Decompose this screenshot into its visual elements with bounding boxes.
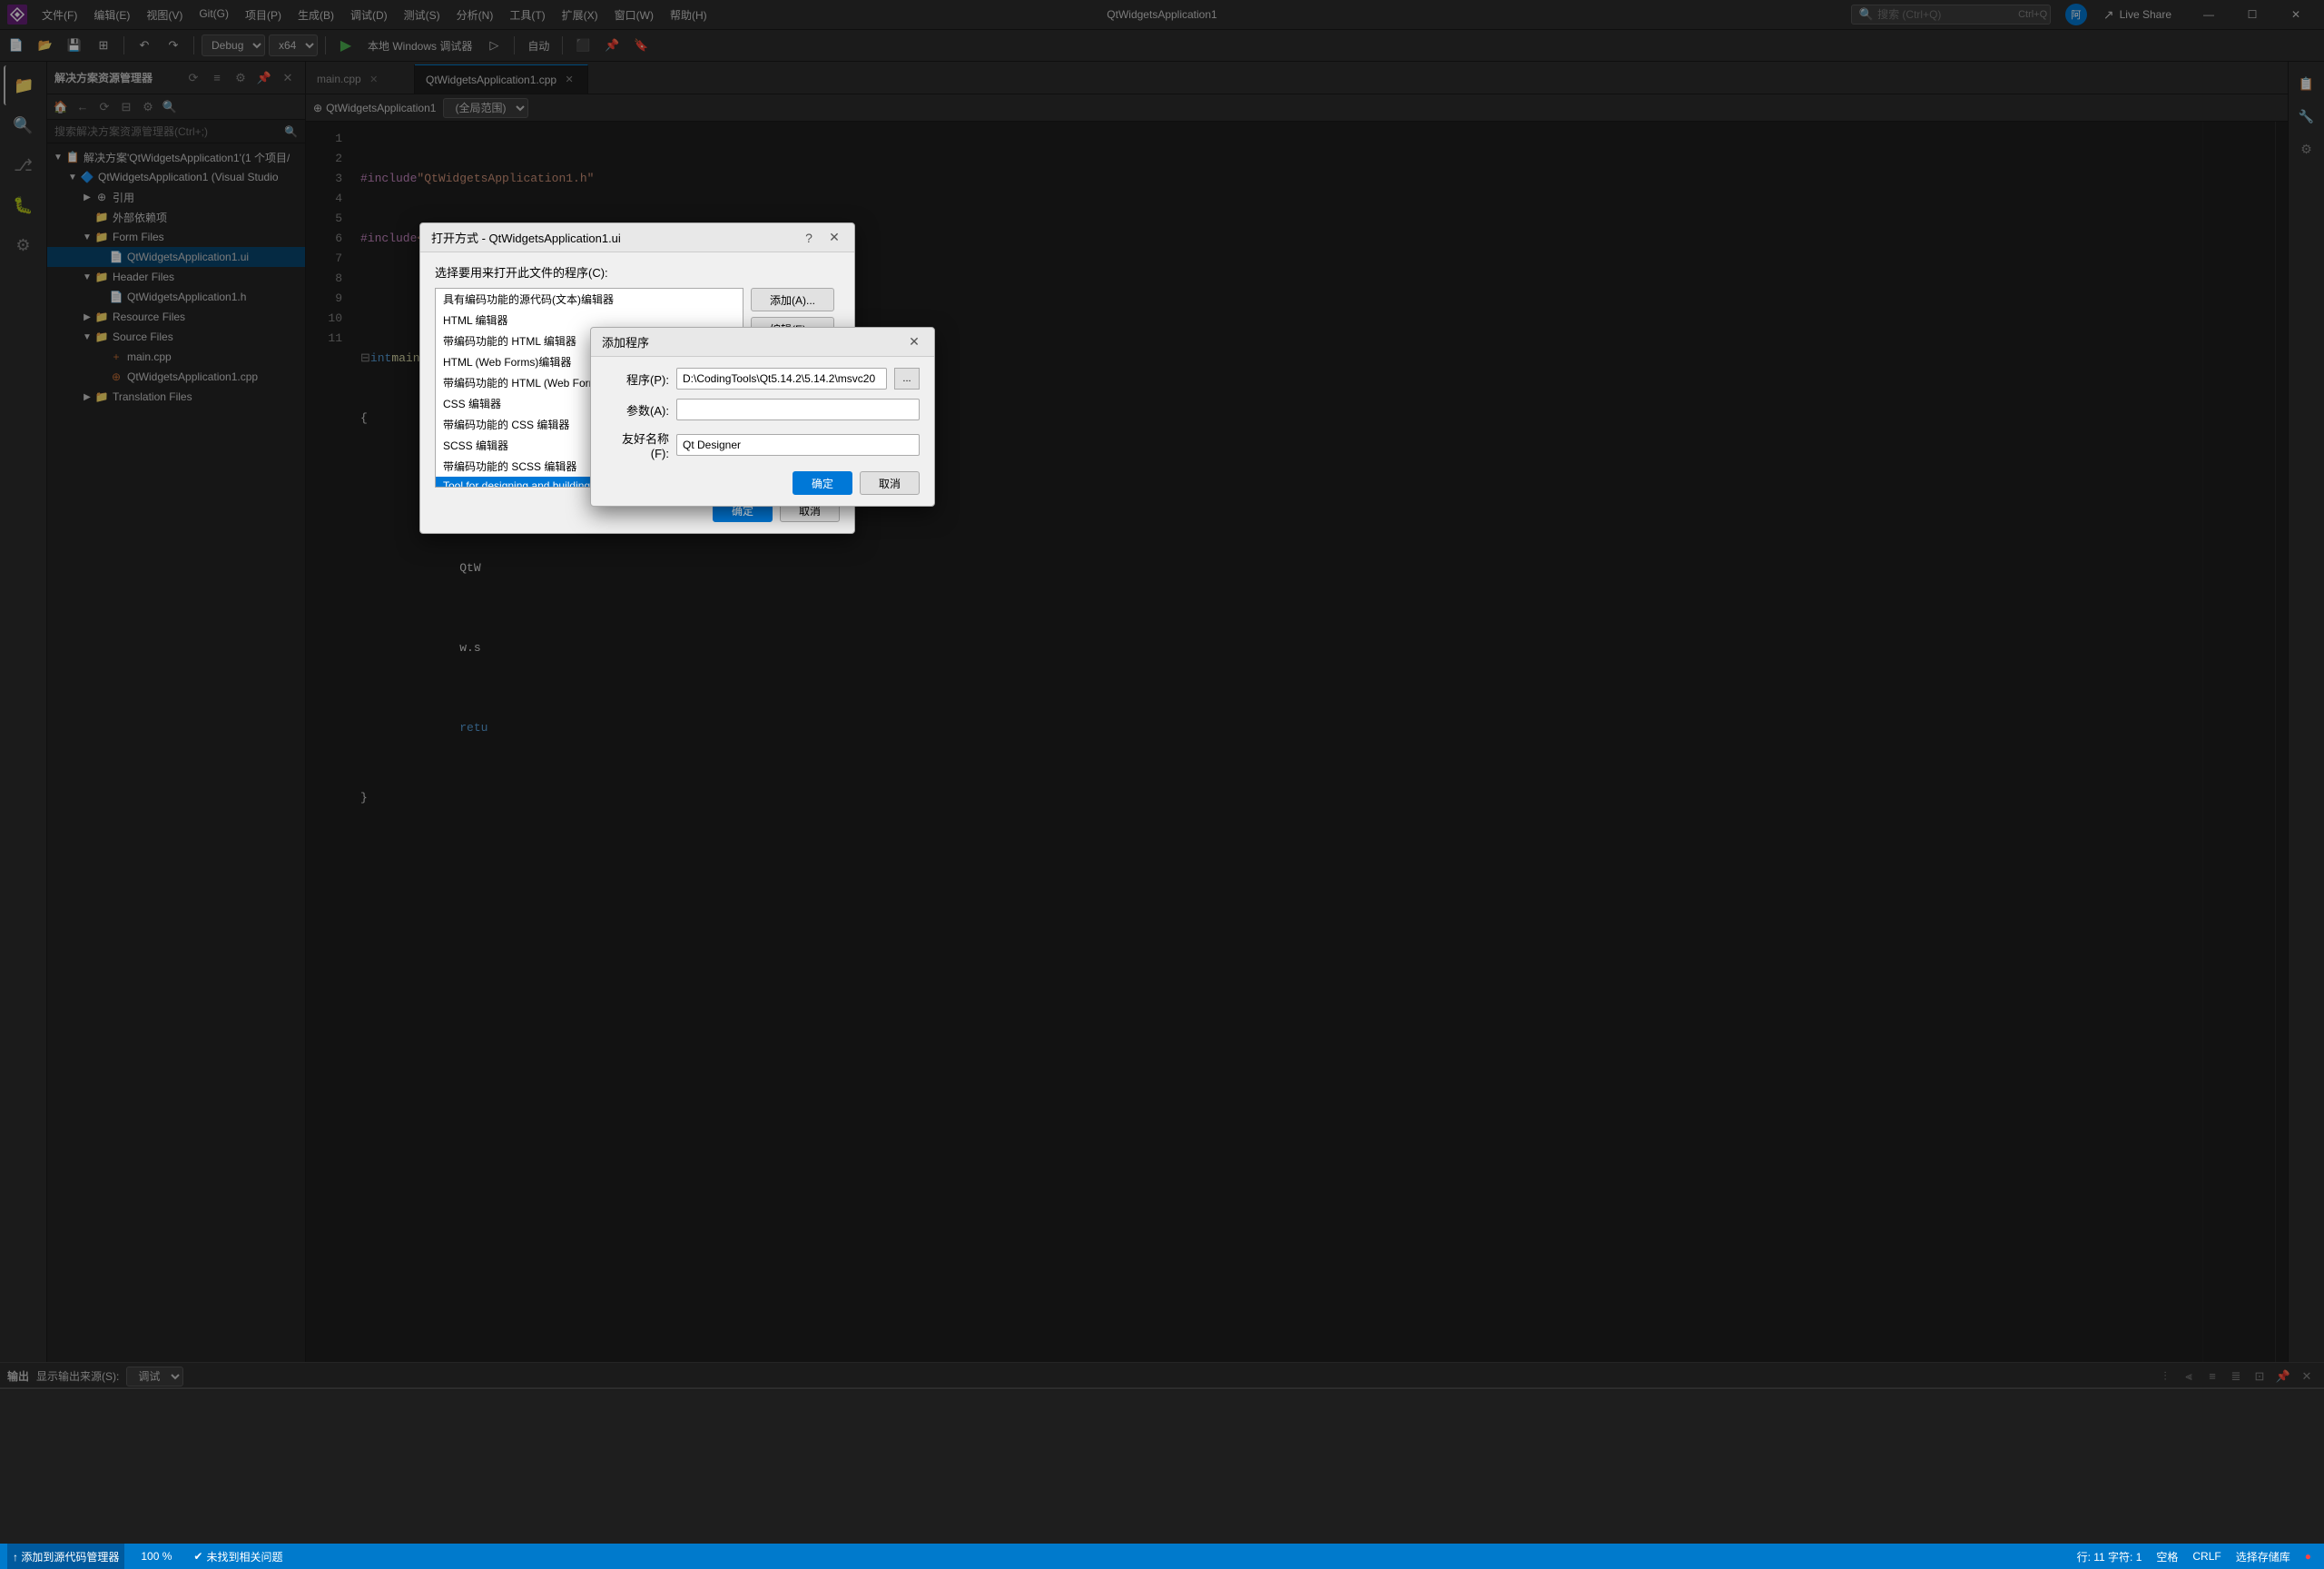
args-label: 参数(A):: [606, 401, 669, 419]
add-program-header-btns: ✕: [905, 333, 923, 351]
status-spaces[interactable]: 空格: [2151, 1544, 2183, 1569]
program-item-0[interactable]: 具有编码功能的源代码(文本)编辑器: [436, 289, 743, 310]
line-info-label: 行: 11 字符: 1: [2077, 1549, 2142, 1564]
select-repo-label: 选择存储库: [2236, 1549, 2290, 1564]
output-content: [0, 1390, 2324, 1544]
status-no-issues[interactable]: ✔ 未找到相关问题: [188, 1544, 288, 1569]
no-issues-icon: ✔: [193, 1550, 202, 1563]
error-dot: ●: [2305, 1550, 2311, 1563]
add-program-cancel-button[interactable]: 取消: [860, 471, 920, 495]
add-program-close-button[interactable]: ✕: [905, 333, 923, 351]
status-encoding[interactable]: CRLF: [2187, 1544, 2226, 1569]
status-add-source-control[interactable]: ↑ 添加到源代码管理器: [7, 1544, 124, 1569]
add-program-confirm-button[interactable]: 确定: [793, 471, 852, 495]
no-issues-label: 未找到相关问题: [206, 1549, 282, 1564]
status-bar: ↑ 添加到源代码管理器 100 % ✔ 未找到相关问题 行: 11 字符: 1 …: [0, 1544, 2324, 1569]
open-with-dialog-title: 打开方式 - QtWidgetsApplication1.ui: [431, 229, 621, 246]
friendly-name-label: 友好名称(F):: [606, 429, 669, 460]
add-program-dialog-header: 添加程序 ✕: [591, 328, 934, 357]
add-source-control-label: ↑ 添加到源代码管理器: [13, 1549, 119, 1564]
zoom-level: 100 %: [141, 1550, 172, 1563]
output-panel: 输出 显示输出来源(S): 调试 ⫶ ⫷ ≡ ≣ ⊡ 📌 ✕: [0, 1362, 2324, 1544]
open-with-dialog-header: 打开方式 - QtWidgetsApplication1.ui ? ✕: [420, 223, 854, 252]
browse-button[interactable]: ...: [894, 368, 920, 390]
open-with-help-button[interactable]: ?: [800, 229, 818, 247]
encoding-label: CRLF: [2192, 1550, 2221, 1563]
add-program-body: 程序(P): ... 参数(A): 友好名称(F): 确定 取消: [591, 357, 934, 506]
args-input[interactable]: [676, 399, 920, 420]
program-path-label: 程序(P):: [606, 370, 669, 388]
args-row: 参数(A):: [606, 399, 920, 420]
status-zoom[interactable]: 100 %: [135, 1544, 177, 1569]
add-program-dialog: 添加程序 ✕ 程序(P): ... 参数(A): 友好名称(F): 确定 取消: [590, 327, 935, 507]
status-right: 行: 11 字符: 1 空格 CRLF 选择存储库 ●: [2072, 1544, 2317, 1569]
program-path-input[interactable]: [676, 368, 887, 390]
add-program-button[interactable]: 添加(A)...: [751, 288, 834, 311]
program-path-row: 程序(P): ...: [606, 368, 920, 390]
status-line-info[interactable]: 行: 11 字符: 1: [2072, 1544, 2148, 1569]
add-program-dialog-title: 添加程序: [602, 333, 649, 350]
name-row: 友好名称(F):: [606, 429, 920, 460]
status-select-repo[interactable]: 选择存储库: [2230, 1544, 2296, 1569]
add-program-btn-row: 确定 取消: [606, 471, 920, 495]
open-with-close-button[interactable]: ✕: [825, 229, 843, 247]
dialog-header-btns: ? ✕: [800, 229, 843, 247]
open-with-dialog-label: 选择要用来打开此文件的程序(C):: [435, 263, 840, 281]
status-error-dot[interactable]: ●: [2299, 1544, 2317, 1569]
modal-overlay: [0, 0, 2324, 1387]
friendly-name-input[interactable]: [676, 434, 920, 456]
spaces-label: 空格: [2156, 1549, 2178, 1564]
